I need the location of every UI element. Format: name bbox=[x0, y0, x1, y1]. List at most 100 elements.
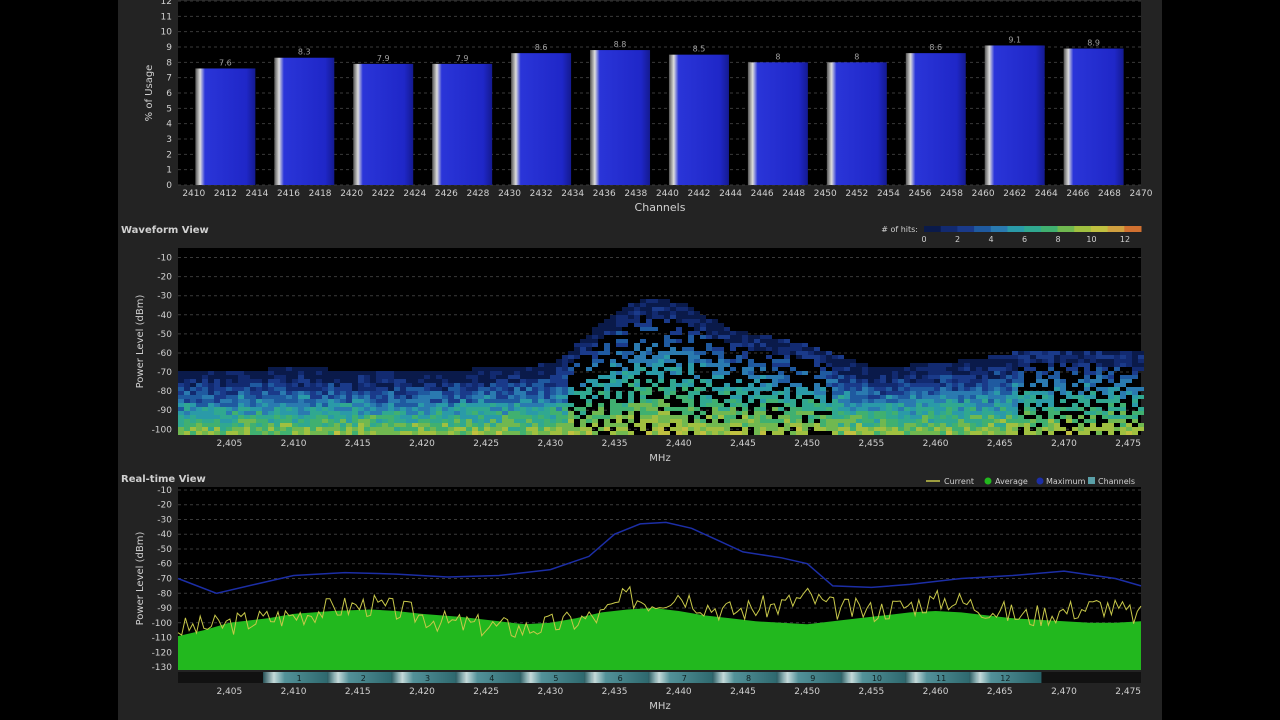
hits-legend-swatch bbox=[990, 226, 1008, 232]
legend-maximum-label: Maximum bbox=[1046, 477, 1086, 486]
bar-xtick-label: 2446 bbox=[751, 189, 774, 199]
bar-xtick-label: 2424 bbox=[403, 189, 426, 199]
bar-xtick-label: 2468 bbox=[1098, 189, 1121, 199]
usage-bar bbox=[511, 53, 572, 186]
bar-xtick-label: 2418 bbox=[309, 189, 332, 199]
bar-xtick-label: 2414 bbox=[245, 189, 268, 199]
bar-value-label: 7.9 bbox=[377, 54, 390, 63]
realtime-ytick-label: -30 bbox=[157, 515, 172, 525]
bar-value-label: 8.3 bbox=[298, 48, 311, 57]
channel-label: 7 bbox=[682, 674, 687, 683]
hits-legend-swatch bbox=[974, 226, 992, 232]
waveform-xtick-label: 2,425 bbox=[473, 439, 499, 449]
bar-xtick-label: 2436 bbox=[593, 189, 616, 199]
realtime-ytick-label: -10 bbox=[157, 486, 172, 496]
realtime-ytick-label: -60 bbox=[157, 560, 172, 570]
bar-ytick-label: 11 bbox=[161, 12, 172, 22]
bar-value-label: 8.6 bbox=[535, 43, 548, 52]
realtime-xtick-label: 2,450 bbox=[794, 687, 820, 697]
waveform-ytick-label: -50 bbox=[157, 330, 172, 340]
hits-legend-swatch bbox=[1040, 226, 1059, 232]
bar-xtick-label: 2410 bbox=[182, 189, 205, 199]
bar-ytick-label: 12 bbox=[161, 0, 172, 7]
hits-legend-swatch bbox=[924, 226, 942, 232]
realtime-xtick-label: 2,435 bbox=[602, 687, 628, 697]
bar-value-label: 8.9 bbox=[1087, 39, 1100, 48]
realtime-ytick-label: -80 bbox=[157, 589, 172, 599]
hits-legend-swatch bbox=[1074, 226, 1092, 232]
realtime-ytick-label: -120 bbox=[152, 648, 173, 658]
legend-maximum-swatch bbox=[1036, 477, 1044, 485]
bar-ytick-label: 7 bbox=[166, 74, 172, 84]
hits-legend-title: # of hits: bbox=[881, 225, 918, 234]
waveform-xtick-label: 2,465 bbox=[987, 439, 1013, 449]
waveform-xtick-label: 2,460 bbox=[923, 439, 949, 449]
usage-bar bbox=[826, 62, 887, 186]
hits-legend-tick: 2 bbox=[955, 235, 960, 244]
waveform-ytick-label: -40 bbox=[157, 311, 172, 321]
bar-xtick-label: 2432 bbox=[530, 189, 553, 199]
hits-legend-tick: 0 bbox=[921, 235, 926, 244]
bar-xtick-label: 2464 bbox=[1035, 189, 1058, 199]
bar-ylabel: % of Usage bbox=[144, 65, 155, 122]
bar-xtick-label: 2466 bbox=[1066, 189, 1089, 199]
realtime-xtick-label: 2,425 bbox=[473, 687, 499, 697]
usage-bar bbox=[432, 63, 493, 185]
waveform-xtick-label: 2,475 bbox=[1115, 439, 1141, 449]
realtime-xtick-label: 2,475 bbox=[1115, 687, 1141, 697]
realtime-xtick-label: 2,445 bbox=[730, 687, 756, 697]
bar-xtick-label: 2448 bbox=[782, 189, 805, 199]
channel-label: 4 bbox=[489, 674, 494, 683]
bar-xtick-label: 2462 bbox=[1003, 189, 1026, 199]
bar-xtick-label: 2412 bbox=[214, 189, 237, 199]
bar-xtick-label: 2438 bbox=[624, 189, 647, 199]
usage-bar bbox=[590, 50, 651, 185]
channel-label: 8 bbox=[746, 674, 751, 683]
realtime-xtick-label: 2,470 bbox=[1051, 687, 1077, 697]
channel-label: 11 bbox=[936, 674, 946, 683]
legend-average-swatch bbox=[984, 477, 992, 485]
bar-xtick-label: 2450 bbox=[814, 189, 837, 199]
legend-current-label: Current bbox=[944, 477, 974, 486]
bar-ytick-label: 4 bbox=[166, 120, 172, 130]
waveform-ytick-label: -20 bbox=[157, 273, 172, 283]
waveform-xtick-label: 2,445 bbox=[730, 439, 756, 449]
hits-legend-swatch bbox=[1090, 226, 1109, 232]
hits-legend-tick: 4 bbox=[988, 235, 993, 244]
realtime-xtick-label: 2,430 bbox=[537, 687, 563, 697]
usage-bar bbox=[668, 54, 729, 185]
bar-xtick-label: 2460 bbox=[972, 189, 995, 199]
realtime-ytick-label: -100 bbox=[152, 619, 173, 629]
legend-average-label: Average bbox=[995, 477, 1028, 486]
bar-ytick-label: 1 bbox=[166, 166, 172, 176]
channel-label: 2 bbox=[361, 674, 366, 683]
usage-bar bbox=[747, 62, 808, 186]
hits-legend-tick: 8 bbox=[1055, 235, 1060, 244]
bar-value-label: 9.1 bbox=[1008, 35, 1021, 44]
realtime-xtick-label: 2,415 bbox=[345, 687, 371, 697]
waveform-title: Waveform View bbox=[121, 225, 209, 236]
bar-ytick-label: 3 bbox=[166, 135, 172, 145]
channel-label: 1 bbox=[297, 674, 302, 683]
realtime-ytick-label: -20 bbox=[157, 501, 172, 511]
usage-bar bbox=[353, 63, 414, 185]
bar-value-label: 7.9 bbox=[456, 54, 469, 63]
waveform-ytick-label: -70 bbox=[157, 368, 172, 378]
usage-bar bbox=[195, 68, 256, 185]
legend-channels-swatch bbox=[1088, 477, 1095, 484]
waveform-xtick-label: 2,405 bbox=[216, 439, 242, 449]
bar-value-label: 8 bbox=[854, 52, 859, 61]
waveform-ytick-label: -60 bbox=[157, 349, 172, 359]
bar-xtick-label: 2470 bbox=[1130, 189, 1153, 199]
waveform-ytick-label: -30 bbox=[157, 292, 172, 302]
channel-label: 12 bbox=[1000, 674, 1010, 683]
realtime-xtick-label: 2,420 bbox=[409, 687, 435, 697]
waveform-xtick-label: 2,435 bbox=[602, 439, 628, 449]
bar-ytick-label: 10 bbox=[161, 28, 173, 38]
bar-xlabel: Channels bbox=[635, 201, 686, 214]
bar-xtick-label: 2452 bbox=[845, 189, 868, 199]
waveform-xtick-label: 2,455 bbox=[858, 439, 884, 449]
bar-value-label: 7.6 bbox=[219, 58, 232, 67]
waveform-xtick-label: 2,420 bbox=[409, 439, 435, 449]
bar-ytick-label: 6 bbox=[166, 89, 172, 99]
